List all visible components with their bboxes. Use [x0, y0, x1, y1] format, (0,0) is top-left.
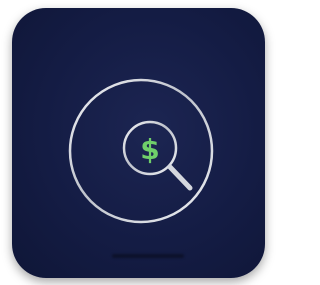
dollar-symbol: $	[140, 133, 159, 166]
app-icon-canvas: $	[0, 0, 277, 285]
magnifier-handle	[167, 164, 193, 191]
search-dollar-icon: $	[68, 78, 214, 224]
